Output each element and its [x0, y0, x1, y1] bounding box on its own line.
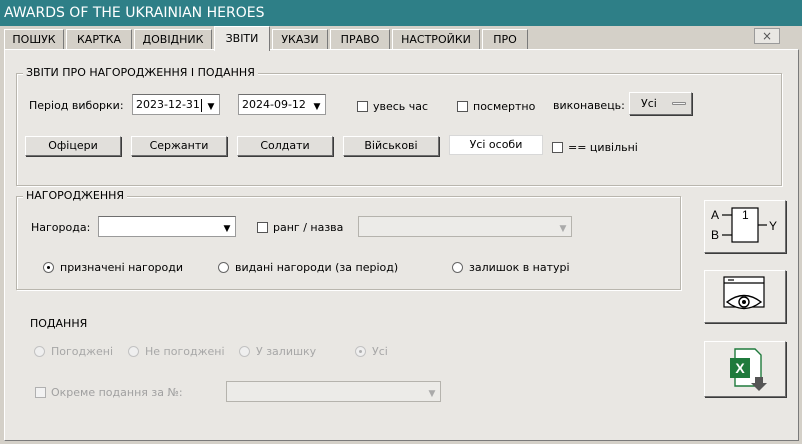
tab-label: ПОШУК: [12, 33, 56, 46]
tab-reports[interactable]: ЗВІТИ: [214, 26, 270, 51]
chevron-down-icon[interactable]: ▼: [203, 95, 219, 114]
civilians-checkbox[interactable]: == цивільні: [552, 141, 638, 155]
chevron-down-icon[interactable]: ▼: [555, 217, 571, 236]
not-agreed-radio[interactable]: Не погоджені: [128, 345, 225, 359]
tab-label: ПРО: [493, 33, 517, 46]
executor-toggle-button[interactable]: Усі: [629, 92, 692, 115]
date-from-value: 2023-12-31: [136, 98, 202, 112]
reports-tab-panel: ЗВІТИ ПРО НАГОРОДЖЕННЯ І ПОДАННЯ Період …: [4, 49, 799, 441]
text-cursor: [200, 98, 202, 112]
tab-label: УКАЗИ: [281, 33, 319, 46]
excel-export-icon: X: [730, 348, 767, 391]
tab-decrees[interactable]: УКАЗИ: [272, 29, 328, 50]
posthumous-checkbox[interactable]: посмертно: [457, 100, 535, 114]
remaining-stock-radio[interactable]: залишок в натурі: [452, 261, 570, 275]
civilians-label: == цивільні: [568, 141, 638, 154]
radio-dot[interactable]: [34, 346, 45, 357]
window-title: AWARDS OF THE UKRAINIAN HEROES: [4, 5, 265, 21]
toggle-slot-icon: [672, 102, 686, 105]
submissions-title: ПОДАННЯ: [30, 317, 88, 330]
checkbox-box[interactable]: [457, 101, 468, 112]
radio-dot[interactable]: [128, 346, 139, 357]
assigned-awards-label: призначені нагороди: [60, 261, 184, 274]
excel-letter: X: [735, 360, 745, 376]
chevron-down-icon[interactable]: ▼: [424, 382, 440, 401]
checkbox-box[interactable]: [357, 101, 368, 112]
awards-group: НАГОРОДЖЕННЯ Нагорода: ▼ ранг / назва ▼ …: [16, 189, 681, 290]
executor-label: виконавець:: [553, 99, 625, 112]
agreed-label: Погоджені: [51, 345, 114, 358]
award-select[interactable]: ▼: [98, 216, 236, 237]
close-button[interactable]: ×: [754, 28, 780, 44]
issued-awards-label: видані нагороди (за період): [235, 261, 399, 274]
checkbox-box[interactable]: [35, 387, 46, 398]
date-to-picker[interactable]: 2024-09-12 ▼: [238, 94, 326, 115]
rank-name-checkbox[interactable]: ранг / назва: [257, 221, 343, 235]
tab-about[interactable]: ПРО: [482, 29, 528, 50]
military-button[interactable]: Військові: [343, 136, 439, 156]
reports-group: ЗВІТИ ПРО НАГОРОДЖЕННЯ І ПОДАННЯ Період …: [16, 66, 782, 186]
tab-label: ПРАВО: [340, 33, 380, 46]
agreed-radio[interactable]: Погоджені: [34, 345, 113, 359]
reports-group-legend: ЗВІТИ ПРО НАГОРОДЖЕННЯ І ПОДАННЯ: [23, 66, 258, 79]
rank-name-label: ранг / назва: [273, 221, 344, 234]
date-to-value: 2024-09-12: [242, 98, 306, 111]
period-label: Період виборки:: [29, 99, 124, 112]
radio-dot[interactable]: [452, 262, 463, 273]
issued-awards-radio[interactable]: видані нагороди (за період): [218, 261, 398, 275]
chevron-down-icon[interactable]: ▼: [309, 95, 325, 114]
rank-name-select[interactable]: ▼: [358, 216, 572, 237]
award-label: Нагорода:: [31, 221, 91, 234]
awards-group-legend: НАГОРОДЖЕННЯ: [23, 189, 128, 202]
posthumous-label: посмертно: [473, 100, 536, 113]
tab-reference[interactable]: ДОВІДНИК: [134, 29, 212, 50]
export-excel-button[interactable]: X: [704, 341, 786, 397]
eye-preview-icon: [723, 276, 765, 310]
logic-output-y: Y: [769, 219, 777, 233]
radio-dot[interactable]: [43, 262, 54, 273]
executor-value: Усі: [641, 97, 657, 110]
remaining-label: У залишку: [256, 345, 317, 358]
radio-dot[interactable]: [218, 262, 229, 273]
tab-label: НАСТРОЙКИ: [401, 33, 471, 46]
main-client-area: ПОШУК КАРТКА ДОВІДНИК ЗВІТИ УКАЗИ ПРАВО …: [0, 26, 802, 444]
remaining-radio[interactable]: У залишку: [239, 345, 316, 359]
checkbox-box[interactable]: [257, 222, 268, 233]
logic-input-b: B: [711, 228, 719, 242]
remaining-stock-label: залишок в натурі: [469, 261, 570, 274]
tab-search[interactable]: ПОШУК: [4, 29, 64, 50]
logic-gate-label: 1: [742, 208, 749, 222]
tab-label: ДОВІДНИК: [142, 33, 204, 46]
tab-label: КАРТКА: [76, 33, 122, 46]
all-time-checkbox[interactable]: увесь час: [357, 100, 428, 114]
separate-submission-checkbox[interactable]: Окреме подання за №:: [35, 386, 183, 400]
separate-submission-label: Окреме подання за №:: [51, 386, 183, 399]
logic-input-a: A: [711, 208, 719, 222]
tab-settings[interactable]: НАСТРОЙКИ: [392, 29, 480, 50]
chevron-down-icon[interactable]: ▼: [219, 217, 235, 236]
sergeants-button[interactable]: Сержанти: [131, 136, 227, 156]
all-persons-button[interactable]: Усі особи: [449, 135, 543, 155]
separate-submission-select[interactable]: ▼: [226, 381, 441, 402]
logic-gate-icon: A B 1 Y: [711, 207, 777, 243]
date-from-text: 2023-12-31: [136, 98, 200, 111]
window-title-bar: AWARDS OF THE UKRAINIAN HEROES: [0, 0, 802, 26]
soldiers-button[interactable]: Солдати: [237, 136, 333, 156]
radio-dot[interactable]: [239, 346, 250, 357]
close-icon: ×: [761, 29, 773, 43]
date-from-picker[interactable]: 2023-12-31 ▼: [132, 94, 220, 115]
assigned-awards-radio[interactable]: призначені нагороди: [43, 261, 183, 275]
logic-gate-button[interactable]: A B 1 Y: [704, 200, 786, 253]
officers-button[interactable]: Офіцери: [25, 136, 121, 156]
all-submissions-label: Усі: [372, 345, 388, 358]
not-agreed-label: Не погоджені: [145, 345, 225, 358]
tab-law[interactable]: ПРАВО: [330, 29, 390, 50]
all-time-label: увесь час: [373, 100, 429, 113]
checkbox-box[interactable]: [552, 142, 563, 153]
tab-label: ЗВІТИ: [225, 32, 259, 45]
radio-dot[interactable]: [355, 346, 366, 357]
all-submissions-radio[interactable]: Усі: [355, 345, 388, 359]
preview-button[interactable]: [704, 270, 786, 323]
tab-card[interactable]: КАРТКА: [66, 29, 132, 50]
